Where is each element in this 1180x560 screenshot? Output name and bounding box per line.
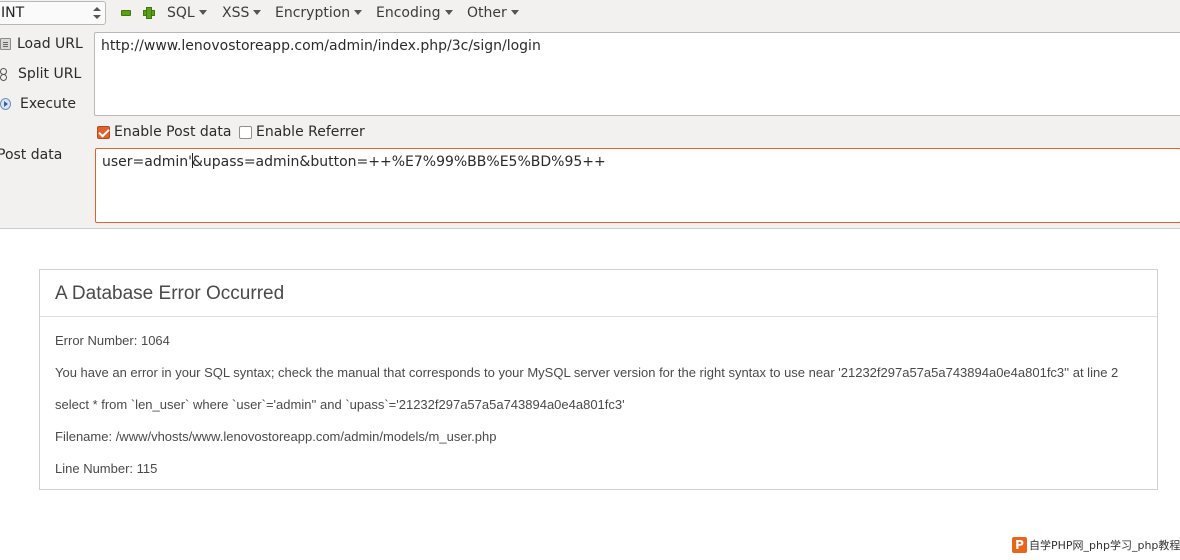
play-icon <box>0 98 11 110</box>
url-textarea[interactable]: http://www.lenovostoreapp.com/admin/inde… <box>94 32 1180 116</box>
load-url-label: Load URL <box>17 36 83 52</box>
menu-other[interactable]: Other <box>467 3 519 23</box>
divider <box>40 316 1157 317</box>
scissors-icon <box>0 68 11 81</box>
int-type-select-value: INT <box>1 5 25 21</box>
database-error-panel: A Database Error Occurred Error Number: … <box>39 269 1158 490</box>
site-watermark: P 自学PHP网_php学习_php教程 <box>1009 537 1180 555</box>
error-filename: Filename: /www/vhosts/www.lenovostoreapp… <box>55 429 497 444</box>
error-message: You have an error in your SQL syntax; ch… <box>55 365 1119 380</box>
checkbox-checked-icon[interactable] <box>97 126 110 139</box>
enable-post-checkbox[interactable]: Enable Post data <box>97 123 232 141</box>
split-url-label: Split URL <box>18 66 82 82</box>
menu-xss-label: XSS <box>222 5 250 21</box>
chevron-down-icon <box>354 10 363 15</box>
url-value: http://www.lenovostoreapp.com/admin/inde… <box>101 38 541 54</box>
menu-encryption-label: Encryption <box>275 5 351 21</box>
post-data-value-start: user=admin' <box>102 154 192 170</box>
enable-post-label: Enable Post data <box>114 124 232 140</box>
spinner-arrows-icon <box>93 4 101 22</box>
load-url-icon <box>0 38 11 50</box>
decrease-icon[interactable] <box>120 7 131 17</box>
hackbar-toolbar: INT SQL XSS Encryption Encoding Other <box>0 0 1180 26</box>
menu-sql[interactable]: SQL <box>167 3 207 23</box>
menu-other-label: Other <box>467 5 507 21</box>
error-title: A Database Error Occurred <box>55 283 285 304</box>
error-line-number: Line Number: 115 <box>55 461 158 476</box>
enable-referrer-label: Enable Referrer <box>256 124 365 140</box>
post-data-textarea[interactable]: user=admin'&upass=admin&button=++%E7%99%… <box>95 148 1180 223</box>
enable-referrer-checkbox[interactable]: Enable Referrer <box>239 123 369 141</box>
menu-encoding-label: Encoding <box>376 5 441 21</box>
checkbox-unchecked-icon[interactable] <box>239 126 252 139</box>
chevron-down-icon <box>444 10 453 15</box>
error-query: select * from `len_user` where `user`='a… <box>55 397 625 412</box>
chevron-down-icon <box>253 10 262 15</box>
menu-encryption[interactable]: Encryption <box>275 3 363 23</box>
menu-sql-label: SQL <box>167 5 195 21</box>
hackbar-panel: INT SQL XSS Encryption Encoding Other Lo… <box>0 0 1180 229</box>
error-number: Error Number: 1064 <box>55 333 170 348</box>
chevron-down-icon <box>198 10 207 15</box>
post-data-label: Post data <box>0 147 63 163</box>
php-logo-icon: P <box>1012 537 1027 553</box>
execute-label: Execute <box>20 96 76 112</box>
increase-icon[interactable] <box>143 7 155 19</box>
post-data-value-end: &upass=admin&button=++%E7%99%BB%E5%BD%95… <box>191 154 606 170</box>
chevron-down-icon <box>510 10 519 15</box>
watermark-text: 自学PHP网_php学习_php教程 <box>1029 539 1180 552</box>
menu-xss[interactable]: XSS <box>222 3 262 23</box>
menu-encoding[interactable]: Encoding <box>376 3 453 23</box>
int-type-select[interactable]: INT <box>0 1 106 25</box>
